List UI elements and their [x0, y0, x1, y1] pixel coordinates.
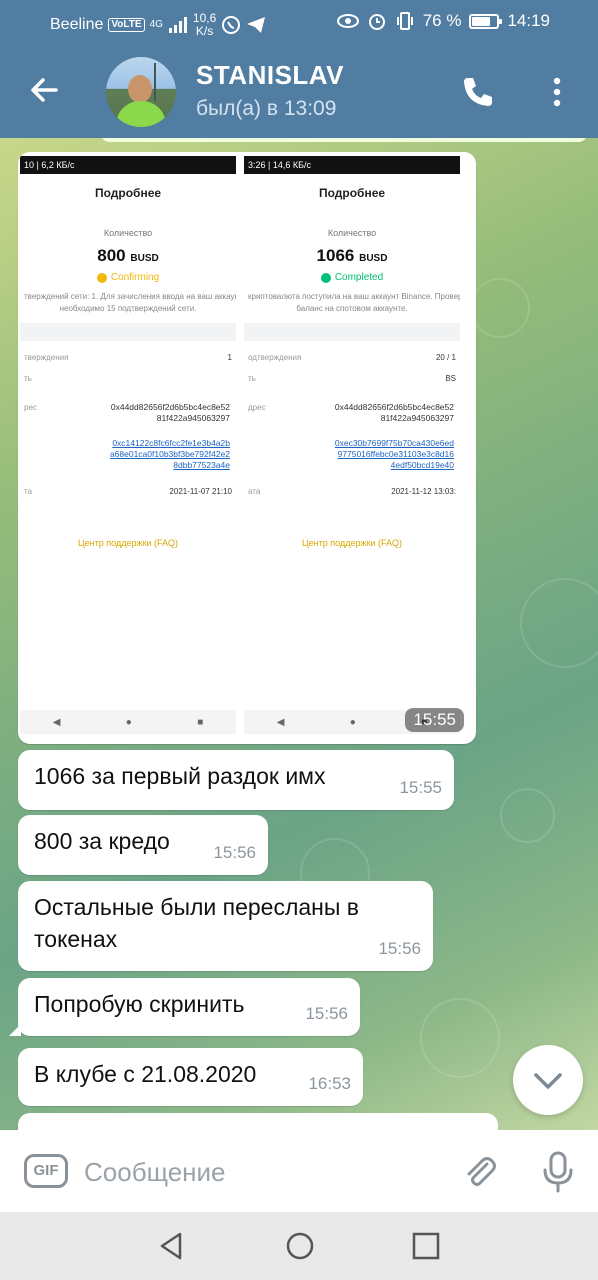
message-time: 15:56	[305, 1004, 348, 1023]
system-nav-bar	[0, 1212, 598, 1280]
message-text: Попробую скринить	[34, 991, 245, 1017]
mini-qty-label: Количество	[103, 228, 153, 238]
mini-qty-label: Количество	[327, 228, 377, 238]
mini-row-date: ата 2021-11-12 13:03:	[248, 487, 456, 496]
message-time: 16:53	[308, 1074, 351, 1093]
previous-message-edge	[100, 138, 588, 142]
mini-row-confirmations: одтверждения 20 / 1	[248, 353, 456, 362]
message-time: 15:55	[399, 778, 442, 797]
phone-icon[interactable]	[458, 72, 498, 112]
message-text: 1066 за первый раздок имх	[34, 763, 326, 789]
mini-row-network: ть	[24, 374, 32, 383]
network-speed: 10,6 K/s	[192, 11, 217, 38]
mini-row-date: та 2021-11-07 21:10	[24, 487, 232, 496]
microphone-icon[interactable]	[538, 1150, 578, 1194]
mini-txid[interactable]: 0xc14122c8fc6fcc2fe1e3b4a2b a68e01ca0f10b…	[20, 438, 236, 471]
chat-header: Beeline VoLTE 4G 10,6 K/s 76 % 14:19 STA…	[0, 0, 598, 138]
gif-button[interactable]: GIF	[24, 1154, 68, 1188]
mini-state: Confirming	[20, 272, 236, 283]
mini-address: 0x44dd82656f2d6b5bc4ec8e52 81f422a9450632…	[334, 402, 454, 423]
battery-icon	[469, 13, 503, 29]
message-text: Остальные были пересланы в токенах	[34, 894, 360, 952]
nav-home-icon[interactable]	[284, 1230, 316, 1262]
back-arrow-icon[interactable]	[26, 70, 66, 110]
paperclip-icon[interactable]	[460, 1152, 500, 1192]
mini-note: тверждений сети: 1. Для зачисления ввода…	[24, 292, 236, 313]
mini-txid[interactable]: 0xec30b7699f75b70ca430e6ed 9775016ffebc0e…	[244, 438, 460, 471]
mini-note: криптовалюта поступила на ваш аккаунт Bi…	[248, 292, 460, 313]
clock: 14:19	[507, 11, 550, 30]
message-input[interactable]	[84, 1154, 444, 1190]
nav-back-icon[interactable]	[156, 1230, 188, 1262]
mini-row-network: ть BS	[248, 374, 456, 383]
mini-faq-link[interactable]: Центр поддержки (FAQ)	[244, 538, 460, 548]
message-time: 15:56	[213, 843, 256, 862]
vibrate-icon	[396, 12, 413, 30]
scroll-down-button[interactable]	[513, 1045, 583, 1115]
volte-badge: VoLTE	[108, 18, 145, 32]
message-text: 800 за кредо	[34, 828, 170, 854]
mini-row-confirmations: тверждения 1	[24, 353, 232, 362]
photo-timestamp: 15:55	[405, 708, 464, 732]
screenshot-confirming[interactable]: 10 | 6,2 КБ/с Подробнее Количество 800 B…	[20, 156, 236, 740]
avatar[interactable]	[106, 57, 176, 127]
mini-title: Подробнее	[94, 186, 162, 200]
message-bubble[interactable]: Остальные были пересланы в токенах 15:56	[18, 881, 433, 971]
more-vert-icon[interactable]	[545, 72, 569, 112]
mini-address: 0x44dd82656f2d6b5bc4ec8e52 81f422a9450632…	[110, 402, 230, 423]
network-type: 4G	[149, 19, 163, 30]
chevron-down-icon	[534, 1073, 562, 1089]
mini-nav-bar: ◀ ● ■	[20, 710, 236, 734]
status-bar: Beeline VoLTE 4G 10,6 K/s 76 % 14:19	[0, 0, 598, 44]
check-icon	[320, 272, 331, 283]
alarm-icon	[368, 14, 385, 30]
message-bubble-partial[interactable]	[18, 1113, 498, 1130]
telegram-icon	[247, 17, 266, 33]
viber-icon	[222, 16, 241, 34]
message-bubble[interactable]: 1066 за первый раздок имх 15:55	[18, 750, 454, 810]
last-seen-status: был(а) в 13:09	[196, 97, 337, 120]
battery-fill	[472, 16, 491, 26]
warning-icon	[96, 272, 107, 283]
message-composer: GIF	[0, 1130, 598, 1212]
mini-faq-link[interactable]: Центр поддержки (FAQ)	[20, 538, 236, 548]
photo-message[interactable]: 10 | 6,2 КБ/с Подробнее Количество 800 B…	[18, 152, 476, 744]
message-list[interactable]: 10 | 6,2 КБ/с Подробнее Количество 800 B…	[0, 138, 598, 1130]
mini-title: Подробнее	[318, 186, 386, 200]
eye-icon	[336, 14, 359, 28]
signal-icon	[168, 17, 187, 33]
battery-percent: 76 %	[422, 11, 462, 30]
message-bubble[interactable]: В клубе с 21.08.2020 16:53	[18, 1048, 363, 1106]
mini-status-bar: 3:26 | 14,6 КБ/с	[244, 156, 460, 174]
nav-recents-icon[interactable]	[411, 1231, 441, 1261]
message-text: В клубе с 21.08.2020	[34, 1061, 257, 1087]
screenshot-completed[interactable]: 3:26 | 14,6 КБ/с Подробнее Количество 10…	[244, 156, 460, 740]
mini-state: Completed	[244, 272, 460, 283]
mini-amount: 800 BUSD	[97, 246, 159, 265]
message-bubble[interactable]: Попробую скринить 15:56	[9, 978, 360, 1036]
message-bubble[interactable]: 800 за кредо 15:56	[18, 815, 268, 875]
chat-title[interactable]: STANISLAV	[196, 60, 344, 91]
message-time: 15:56	[378, 939, 421, 958]
carrier-label: Beeline	[50, 16, 104, 33]
mini-amount: 1066 BUSD	[316, 246, 388, 265]
mini-status-bar: 10 | 6,2 КБ/с	[20, 156, 236, 174]
